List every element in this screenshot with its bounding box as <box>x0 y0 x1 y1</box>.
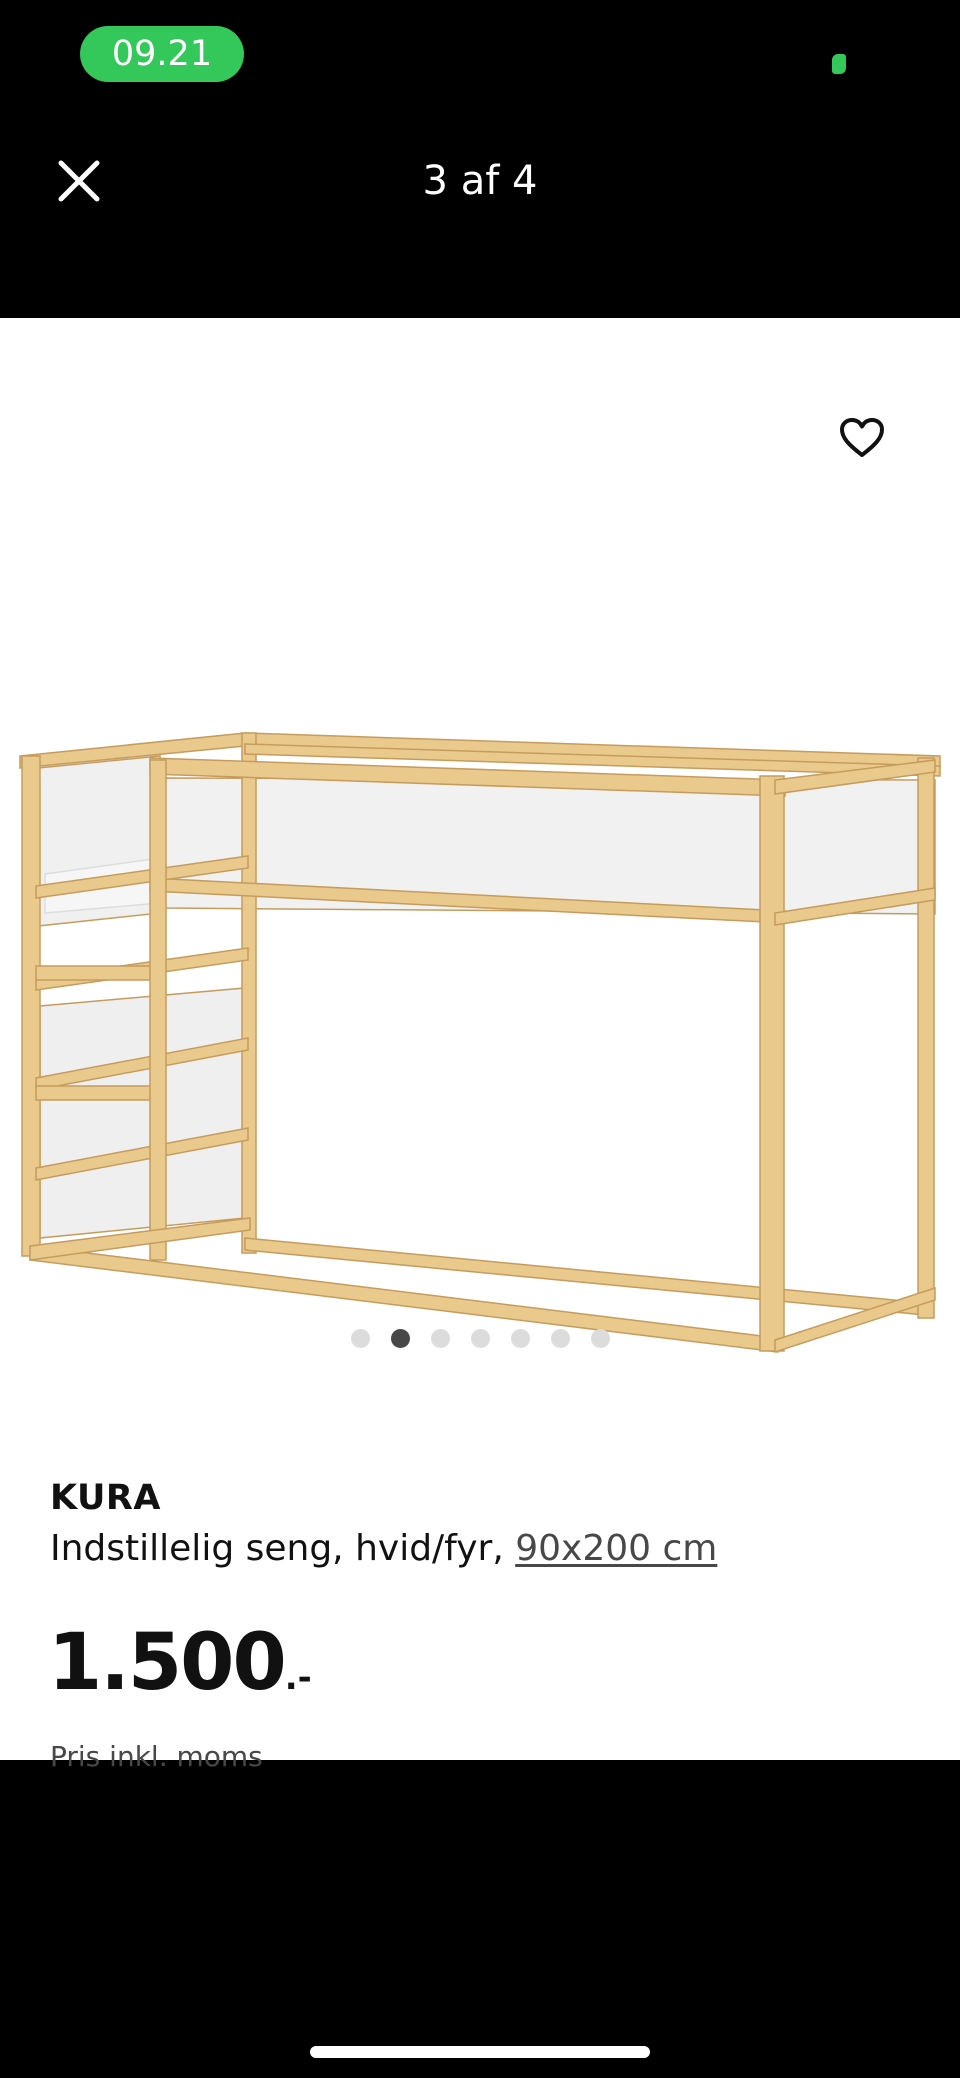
gallery-pagination <box>0 1329 960 1349</box>
favorite-button[interactable] <box>830 406 894 470</box>
product-price: 1.500.- <box>48 1618 312 1708</box>
gallery-dot[interactable] <box>590 1329 610 1348</box>
heart-icon <box>840 418 884 457</box>
size-link[interactable]: 90x200 cm <box>515 1528 717 1569</box>
status-bar: 09.21 <box>0 0 960 110</box>
status-time: 09.21 <box>80 26 244 82</box>
product-image[interactable] <box>0 518 960 1508</box>
home-indicator[interactable] <box>310 2046 650 2058</box>
image-counter: 3 af 4 <box>422 158 538 204</box>
product-description-text: Indstillelig seng, hvid/fyr, <box>50 1528 516 1569</box>
status-indicator-icon <box>832 54 846 74</box>
price-amount: 1.500 <box>48 1618 287 1708</box>
gallery-dot[interactable] <box>550 1329 570 1348</box>
viewer-header: 3 af 4 <box>0 110 960 318</box>
gallery-dot-active[interactable] <box>390 1329 410 1348</box>
product-sheet: KURA Indstillelig seng, hvid/fyr, 90x200… <box>0 318 960 1773</box>
price-suffix: .- <box>284 1658 312 1698</box>
product-description: Indstillelig seng, hvid/fyr, 90x200 cm <box>50 1528 717 1569</box>
gallery-dot[interactable] <box>430 1329 450 1348</box>
gallery-dot[interactable] <box>470 1329 490 1348</box>
price-note: Pris inkl. moms <box>50 1740 263 1773</box>
gallery-dot[interactable] <box>510 1329 530 1348</box>
product-name: KURA <box>50 1478 161 1518</box>
gallery-dot[interactable] <box>350 1329 370 1348</box>
